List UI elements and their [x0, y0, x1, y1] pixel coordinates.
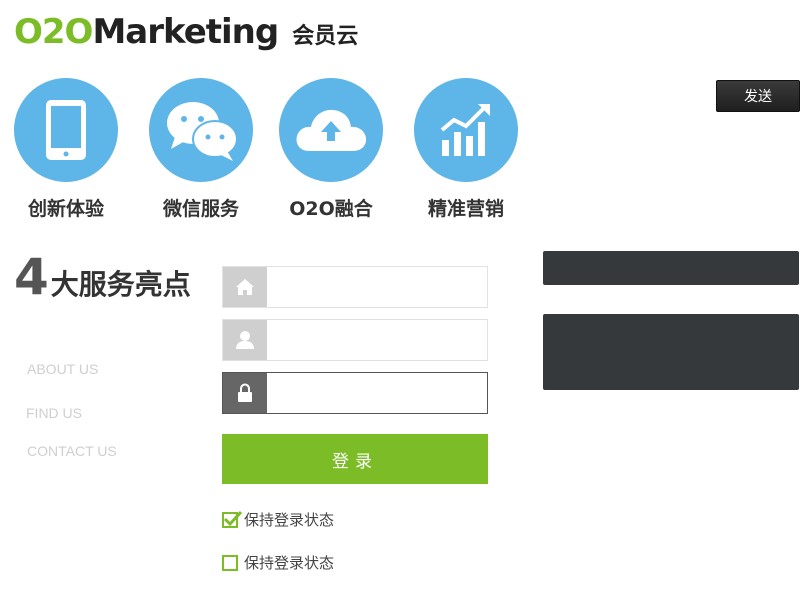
checkbox-unchecked[interactable]: [222, 554, 238, 571]
lock-icon: [223, 373, 267, 413]
home-field: [222, 266, 488, 308]
send-button[interactable]: 发送: [716, 80, 800, 112]
logo-marketing: Marketing: [92, 12, 279, 52]
dark-text-area[interactable]: [543, 314, 799, 390]
user-icon: [223, 320, 267, 360]
logo-o2o: O2O: [14, 12, 93, 52]
username-input[interactable]: [267, 320, 487, 360]
feature-o2o-fusion: O2O融合: [271, 78, 391, 221]
login-button[interactable]: 登录: [222, 434, 488, 484]
checkbox-label: 保持登录状态: [244, 511, 335, 529]
nav-about-us[interactable]: ABOUT US: [27, 361, 98, 377]
checkbox-label: 保持登录状态: [244, 554, 335, 572]
feature-precision-marketing: 精准营销: [406, 78, 526, 221]
remember-login-checkbox-unchecked[interactable]: 保持登录状态: [222, 552, 334, 573]
home-input[interactable]: [267, 267, 487, 307]
highlight-number: 4: [14, 248, 49, 306]
home-icon: [223, 267, 267, 307]
nav-find-us[interactable]: FIND US: [26, 405, 82, 421]
username-field: [222, 319, 488, 361]
password-field: [222, 372, 488, 414]
tablet-icon: [14, 78, 118, 182]
nav-contact-us[interactable]: CONTACT US: [27, 443, 117, 459]
feature-label: 精准营销: [427, 198, 504, 220]
growth-chart-icon: [414, 78, 518, 182]
service-highlights-heading: 4 大服务亮点: [14, 252, 191, 303]
logo-subtitle: 会员云: [292, 24, 359, 49]
feature-innovative-experience: 创新体验: [6, 78, 126, 221]
password-input[interactable]: [267, 373, 487, 413]
highlight-text: 大服务亮点: [50, 268, 191, 301]
dark-input-bar[interactable]: [543, 251, 799, 285]
remember-login-checkbox-checked[interactable]: 保持登录状态: [222, 509, 334, 530]
brand-logo: O2O Marketing 会员云: [14, 12, 358, 56]
wechat-icon: [149, 78, 253, 182]
cloud-upload-icon: [279, 78, 383, 182]
feature-label: O2O融合: [289, 198, 373, 220]
feature-wechat-service: 微信服务: [141, 78, 261, 221]
feature-label: 创新体验: [27, 198, 104, 220]
feature-label: 微信服务: [162, 198, 239, 220]
checkbox-checked[interactable]: [222, 510, 243, 528]
